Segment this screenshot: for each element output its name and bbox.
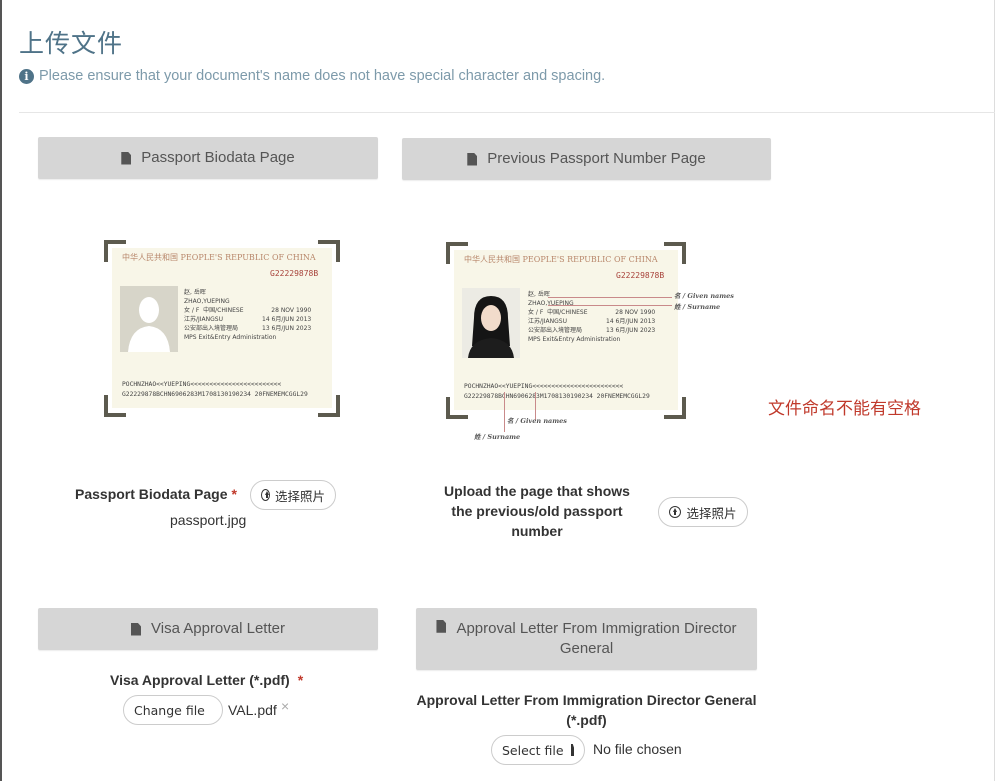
annotation-given-names: 名 / Given names <box>674 292 734 300</box>
info-icon: i <box>19 68 34 84</box>
page-title: 上传文件 <box>19 29 124 58</box>
passport-dates: 28 NOV 1990 14 6月/JUN 2013 13 6月/JUN 202… <box>606 309 656 334</box>
biodata-sample-image: 中华人民共和国 PEOPLE'S REPUBLIC OF CHINA G2222… <box>104 240 340 417</box>
biodata-filename: passport.jpg <box>170 512 247 528</box>
filename-warning: 文件命名不能有空格 <box>768 399 921 419</box>
passport-dates: 28 NOV 1990 14 6月/JUN 2013 13 6月/JUN 202… <box>262 307 312 332</box>
notice: i Please ensure that your document's nam… <box>19 68 605 84</box>
divider <box>19 112 995 113</box>
previous-header-text: Previous Passport Number Page <box>487 149 706 167</box>
approval-field-label: Approval Letter From Immigration Directo… <box>416 692 757 728</box>
required-mark: * <box>231 486 237 502</box>
required-mark: * <box>297 672 304 688</box>
file-icon <box>570 744 574 756</box>
approval-file-status: No file chosen <box>593 741 682 757</box>
annotation-line <box>548 305 672 306</box>
annotation-surname-bottom: 姓 / Surname <box>474 433 521 441</box>
passport-card: 中华人民共和国 PEOPLE'S REPUBLIC OF CHINA G2222… <box>454 250 678 410</box>
visa-filename: VAL.pdf <box>228 702 277 718</box>
file-icon <box>131 622 141 636</box>
person-photo-icon <box>462 288 520 358</box>
annotation-surname: 姓 / Surname <box>674 303 721 311</box>
biodata-choose-photo-button[interactable]: 选择照片 <box>250 480 336 510</box>
visa-panel-header: Visa Approval Letter <box>38 608 378 650</box>
annotation-line <box>504 392 505 432</box>
passport-number: G22229878B <box>270 269 319 278</box>
previous-sample-image: 中华人民共和国 PEOPLE'S REPUBLIC OF CHINA G2222… <box>446 242 686 419</box>
visa-header-text: Visa Approval Letter <box>151 619 285 637</box>
annotation-line <box>548 297 672 298</box>
previous-field-label: Upload the page that shows the previous/… <box>444 483 630 539</box>
visa-change-file-button[interactable]: Change file <box>123 695 223 725</box>
file-icon <box>436 619 447 633</box>
annotation-given-names-bottom: 名 / Given names <box>507 417 567 425</box>
remove-file-icon[interactable]: × <box>281 698 289 714</box>
passport-photo <box>462 288 520 358</box>
passport-mrz: POCHNZHAO<<YUEPING<<<<<<<<<<<<<<<<<<<<<<… <box>464 383 650 400</box>
passport-country: 中华人民共和国 PEOPLE'S REPUBLIC OF CHINA <box>464 255 658 264</box>
person-silhouette-icon <box>120 286 178 352</box>
biodata-header-text: Passport Biodata Page <box>141 148 295 166</box>
approval-select-file-button[interactable]: Select file <box>491 735 585 765</box>
passport-mrz: POCHNZHAO<<YUEPING<<<<<<<<<<<<<<<<<<<<<<… <box>122 381 308 398</box>
notice-text: Please ensure that your document's name … <box>39 68 606 84</box>
previous-panel-header: Previous Passport Number Page <box>402 138 771 180</box>
visa-field-label: Visa Approval Letter (*.pdf) * <box>110 672 304 688</box>
upload-icon <box>261 489 270 501</box>
file-icon <box>467 152 478 166</box>
photo-placeholder <box>120 286 178 352</box>
passport-number: G22229878B <box>616 271 665 280</box>
biodata-panel-header: Passport Biodata Page <box>38 137 378 179</box>
file-icon <box>121 151 132 165</box>
previous-choose-photo-button[interactable]: 选择照片 <box>658 497 748 527</box>
biodata-field-label: Passport Biodata Page * <box>75 486 237 502</box>
approval-panel-header: Approval Letter From Immigration Directo… <box>416 608 757 670</box>
upload-icon <box>669 506 682 518</box>
passport-country: 中华人民共和国 PEOPLE'S REPUBLIC OF CHINA <box>122 253 316 262</box>
passport-card: 中华人民共和国 PEOPLE'S REPUBLIC OF CHINA G2222… <box>112 248 332 408</box>
